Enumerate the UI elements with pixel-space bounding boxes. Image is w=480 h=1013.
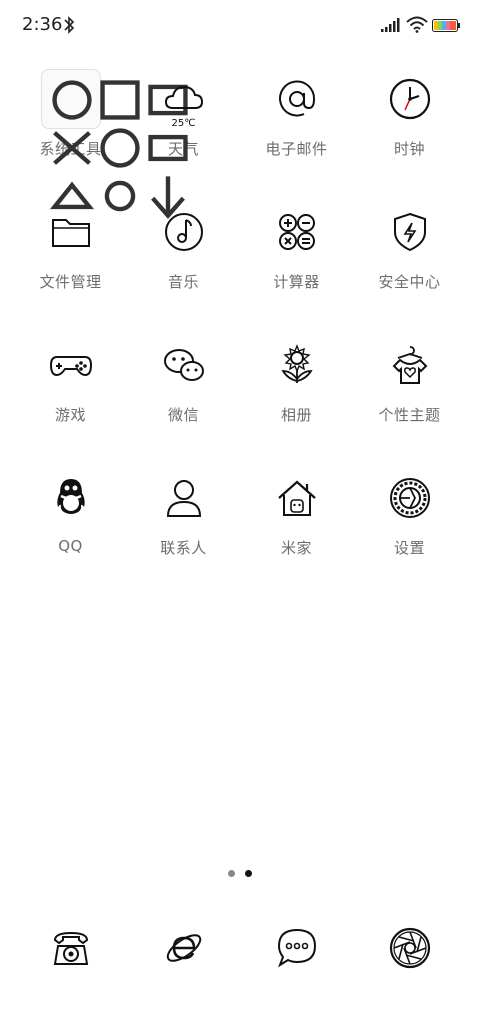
signal-icon <box>381 18 400 32</box>
app-settings[interactable]: 设置 <box>353 465 466 598</box>
folder-icon <box>38 66 188 219</box>
clock-icon <box>377 66 443 132</box>
telephone-icon <box>38 915 104 981</box>
file-folder-icon <box>38 199 104 265</box>
messages-icon <box>264 915 330 981</box>
flower-icon <box>264 332 330 398</box>
app-qq[interactable]: QQ <box>14 465 127 598</box>
app-games[interactable]: 游戏 <box>14 332 127 465</box>
at-sign-icon <box>264 66 330 132</box>
app-system-tools[interactable]: 系统工具 <box>14 66 188 219</box>
music-note-icon <box>151 199 217 265</box>
page-dot-active[interactable] <box>245 870 252 877</box>
page-indicator <box>0 870 480 877</box>
weather-temperature: 25℃ <box>171 118 196 129</box>
gamepad-icon <box>38 332 104 398</box>
app-label: 安全中心 <box>378 273 441 291</box>
person-icon <box>151 465 217 531</box>
dock-camera[interactable] <box>353 915 466 981</box>
app-label: 相册 <box>280 406 312 424</box>
house-icon <box>264 465 330 531</box>
app-wechat[interactable]: 微信 <box>127 332 240 465</box>
app-label: 联系人 <box>160 539 207 557</box>
app-label: 时钟 <box>393 140 425 158</box>
shirt-icon <box>377 332 443 398</box>
app-label: 个性主题 <box>378 406 441 424</box>
app-contacts[interactable]: 联系人 <box>127 465 240 598</box>
app-label: 电子邮件 <box>265 140 328 158</box>
app-label: 游戏 <box>54 406 86 424</box>
shield-icon <box>377 199 443 265</box>
dock-phone[interactable] <box>14 915 127 981</box>
status-time: 2:36 <box>22 14 63 35</box>
app-label: 微信 <box>167 406 199 424</box>
gear-icon <box>377 465 443 531</box>
wechat-icon <box>151 332 217 398</box>
status-bar: 2:36 <box>0 0 480 52</box>
camera-icon <box>377 915 443 981</box>
app-mijia[interactable]: 米家 <box>240 465 353 598</box>
app-calculator[interactable]: 计算器 <box>240 199 353 332</box>
battery-icon <box>432 19 460 32</box>
app-themes[interactable]: 个性主题 <box>353 332 466 465</box>
wifi-icon <box>406 16 428 33</box>
bluetooth-icon <box>64 16 75 34</box>
dock <box>14 915 466 981</box>
app-label: 音乐 <box>167 273 199 291</box>
app-label: 设置 <box>393 539 425 557</box>
app-grid: 系统工具 25℃ 天气 电子邮件 时钟 文件管理 音乐 <box>14 66 466 598</box>
calculator-icon <box>264 199 330 265</box>
app-label: QQ <box>58 537 83 555</box>
app-label: 文件管理 <box>39 273 102 291</box>
app-gallery[interactable]: 相册 <box>240 332 353 465</box>
dock-messages[interactable] <box>240 915 353 981</box>
page-dot[interactable] <box>228 870 235 877</box>
app-clock[interactable]: 时钟 <box>353 66 466 199</box>
app-email[interactable]: 电子邮件 <box>240 66 353 199</box>
browser-icon <box>151 915 217 981</box>
penguin-icon <box>38 465 104 531</box>
app-security-center[interactable]: 安全中心 <box>353 199 466 332</box>
cloud-icon: 25℃ <box>151 66 217 132</box>
dock-browser[interactable] <box>127 915 240 981</box>
app-label: 计算器 <box>273 273 320 291</box>
app-label: 米家 <box>280 539 312 557</box>
